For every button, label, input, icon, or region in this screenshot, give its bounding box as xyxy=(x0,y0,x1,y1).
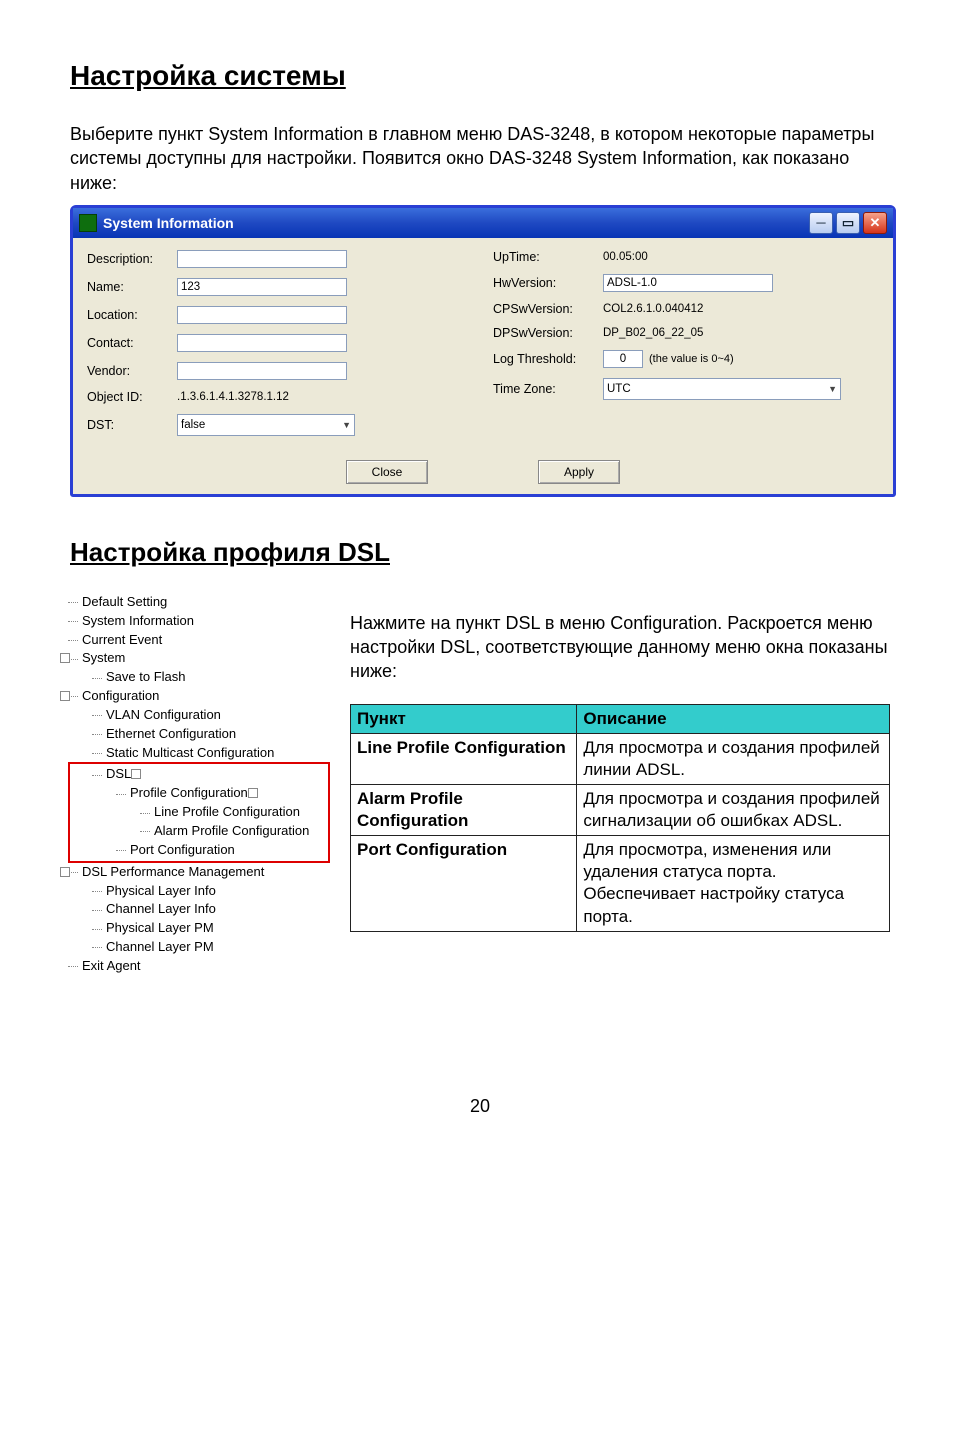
dsl-instruction-paragraph: Нажмите на пункт DSL в меню Configuratio… xyxy=(350,611,890,684)
label-dst: DST: xyxy=(87,418,177,432)
object-id-value: .1.3.6.1.4.1.3278.1.12 xyxy=(177,391,289,403)
label-object-id: Object ID: xyxy=(87,390,177,404)
intro-paragraph-1: Выберите пункт System Information в глав… xyxy=(70,122,890,195)
tree-item-vlan-configuration[interactable]: VLAN Configuration xyxy=(70,706,330,725)
tree-item-system[interactable]: System xyxy=(70,649,330,668)
dpswversion-value: DP_B02_06_22_05 xyxy=(603,327,703,339)
table-cell: Для просмотра, изменения или удаления ст… xyxy=(577,836,890,931)
tree-item-dsl[interactable]: DSL xyxy=(70,765,328,784)
app-icon xyxy=(79,214,97,232)
window-title: System Information xyxy=(103,215,234,231)
dst-select[interactable]: false▼ xyxy=(177,414,355,436)
label-uptime: UpTime: xyxy=(493,250,603,264)
tree-item-ethernet-configuration[interactable]: Ethernet Configuration xyxy=(70,725,330,744)
table-cell: Для просмотра и создания профилей линии … xyxy=(577,733,890,784)
dsl-description-table: Пункт Описание Line Profile Configuratio… xyxy=(350,704,890,932)
label-description: Description: xyxy=(87,252,177,266)
tree-item-current-event[interactable]: Current Event xyxy=(70,631,330,650)
maximize-button[interactable]: ▭ xyxy=(836,212,860,234)
label-contact: Contact: xyxy=(87,336,177,350)
tree-item-channel-layer-pm[interactable]: Channel Layer PM xyxy=(70,938,330,957)
table-row: Line Profile Configuration Для просмотра… xyxy=(351,733,890,784)
table-cell: Line Profile Configuration xyxy=(351,733,577,784)
tree-item-dsl-performance[interactable]: DSL Performance Management xyxy=(70,863,330,882)
tree-item-profile-configuration[interactable]: Profile Configuration xyxy=(70,784,328,803)
close-button[interactable]: Close xyxy=(346,460,428,484)
heading-system-config: Настройка системы xyxy=(70,60,890,92)
label-location: Location: xyxy=(87,308,177,322)
minimize-button[interactable]: ─ xyxy=(809,212,833,234)
tree-item-configuration[interactable]: Configuration xyxy=(70,687,330,706)
tree-item-system-information[interactable]: System Information xyxy=(70,612,330,631)
system-information-window: System Information ─ ▭ ✕ Description: Na… xyxy=(70,205,896,497)
tree-item-physical-layer-info[interactable]: Physical Layer Info xyxy=(70,882,330,901)
tree-item-save-to-flash[interactable]: Save to Flash xyxy=(70,668,330,687)
heading-dsl-profile: Настройка профиля DSL xyxy=(70,537,890,568)
chevron-down-icon: ▼ xyxy=(828,384,837,394)
label-cpswversion: CPSwVersion: xyxy=(493,302,603,316)
tree-item-alarm-profile-configuration[interactable]: Alarm Profile Configuration xyxy=(70,822,328,841)
log-threshold-input[interactable]: 0 xyxy=(603,350,643,368)
description-input[interactable] xyxy=(177,250,347,268)
apply-button[interactable]: Apply xyxy=(538,460,620,484)
log-threshold-note: (the value is 0~4) xyxy=(649,353,734,365)
tree-item-default-setting[interactable]: Default Setting xyxy=(70,593,330,612)
label-hwversion: HwVersion: xyxy=(493,276,603,290)
chevron-down-icon: ▼ xyxy=(342,420,351,430)
label-vendor: Vendor: xyxy=(87,364,177,378)
table-cell: Alarm Profile Configuration xyxy=(351,785,577,836)
tree-item-exit-agent[interactable]: Exit Agent xyxy=(70,957,330,976)
tree-item-channel-layer-info[interactable]: Channel Layer Info xyxy=(70,900,330,919)
table-head-description: Описание xyxy=(577,704,890,733)
label-dpswversion: DPSwVersion: xyxy=(493,326,603,340)
tree-item-line-profile-configuration[interactable]: Line Profile Configuration xyxy=(70,803,328,822)
tree-item-port-configuration[interactable]: Port Configuration xyxy=(70,841,328,860)
label-log-threshold: Log Threshold: xyxy=(493,352,603,366)
page-number: 20 xyxy=(70,1096,890,1117)
table-cell: Port Configuration xyxy=(351,836,577,931)
cpswversion-value: COL2.6.1.0.040412 xyxy=(603,303,703,315)
tree-item-physical-layer-pm[interactable]: Physical Layer PM xyxy=(70,919,330,938)
table-row: Alarm Profile Configuration Для просмотр… xyxy=(351,785,890,836)
highlighted-dsl-group: DSL Profile Configuration Line Profile C… xyxy=(68,762,330,862)
timezone-select[interactable]: UTC▼ xyxy=(603,378,841,400)
table-cell: Для просмотра и создания профилей сигнал… xyxy=(577,785,890,836)
location-input[interactable] xyxy=(177,306,347,324)
vendor-input[interactable] xyxy=(177,362,347,380)
label-timezone: Time Zone: xyxy=(493,382,603,396)
name-input[interactable]: 123 xyxy=(177,278,347,296)
tree-item-static-multicast[interactable]: Static Multicast Configuration xyxy=(70,744,330,763)
contact-input[interactable] xyxy=(177,334,347,352)
hwversion-input[interactable]: ADSL-1.0 xyxy=(603,274,773,292)
table-row: Port Configuration Для просмотра, измене… xyxy=(351,836,890,931)
label-name: Name: xyxy=(87,280,177,294)
close-window-button[interactable]: ✕ xyxy=(863,212,887,234)
window-titlebar[interactable]: System Information ─ ▭ ✕ xyxy=(73,208,893,238)
uptime-value: 00.05:00 xyxy=(603,251,648,263)
navigation-tree: Default Setting System Information Curre… xyxy=(70,593,330,976)
table-head-item: Пункт xyxy=(351,704,577,733)
